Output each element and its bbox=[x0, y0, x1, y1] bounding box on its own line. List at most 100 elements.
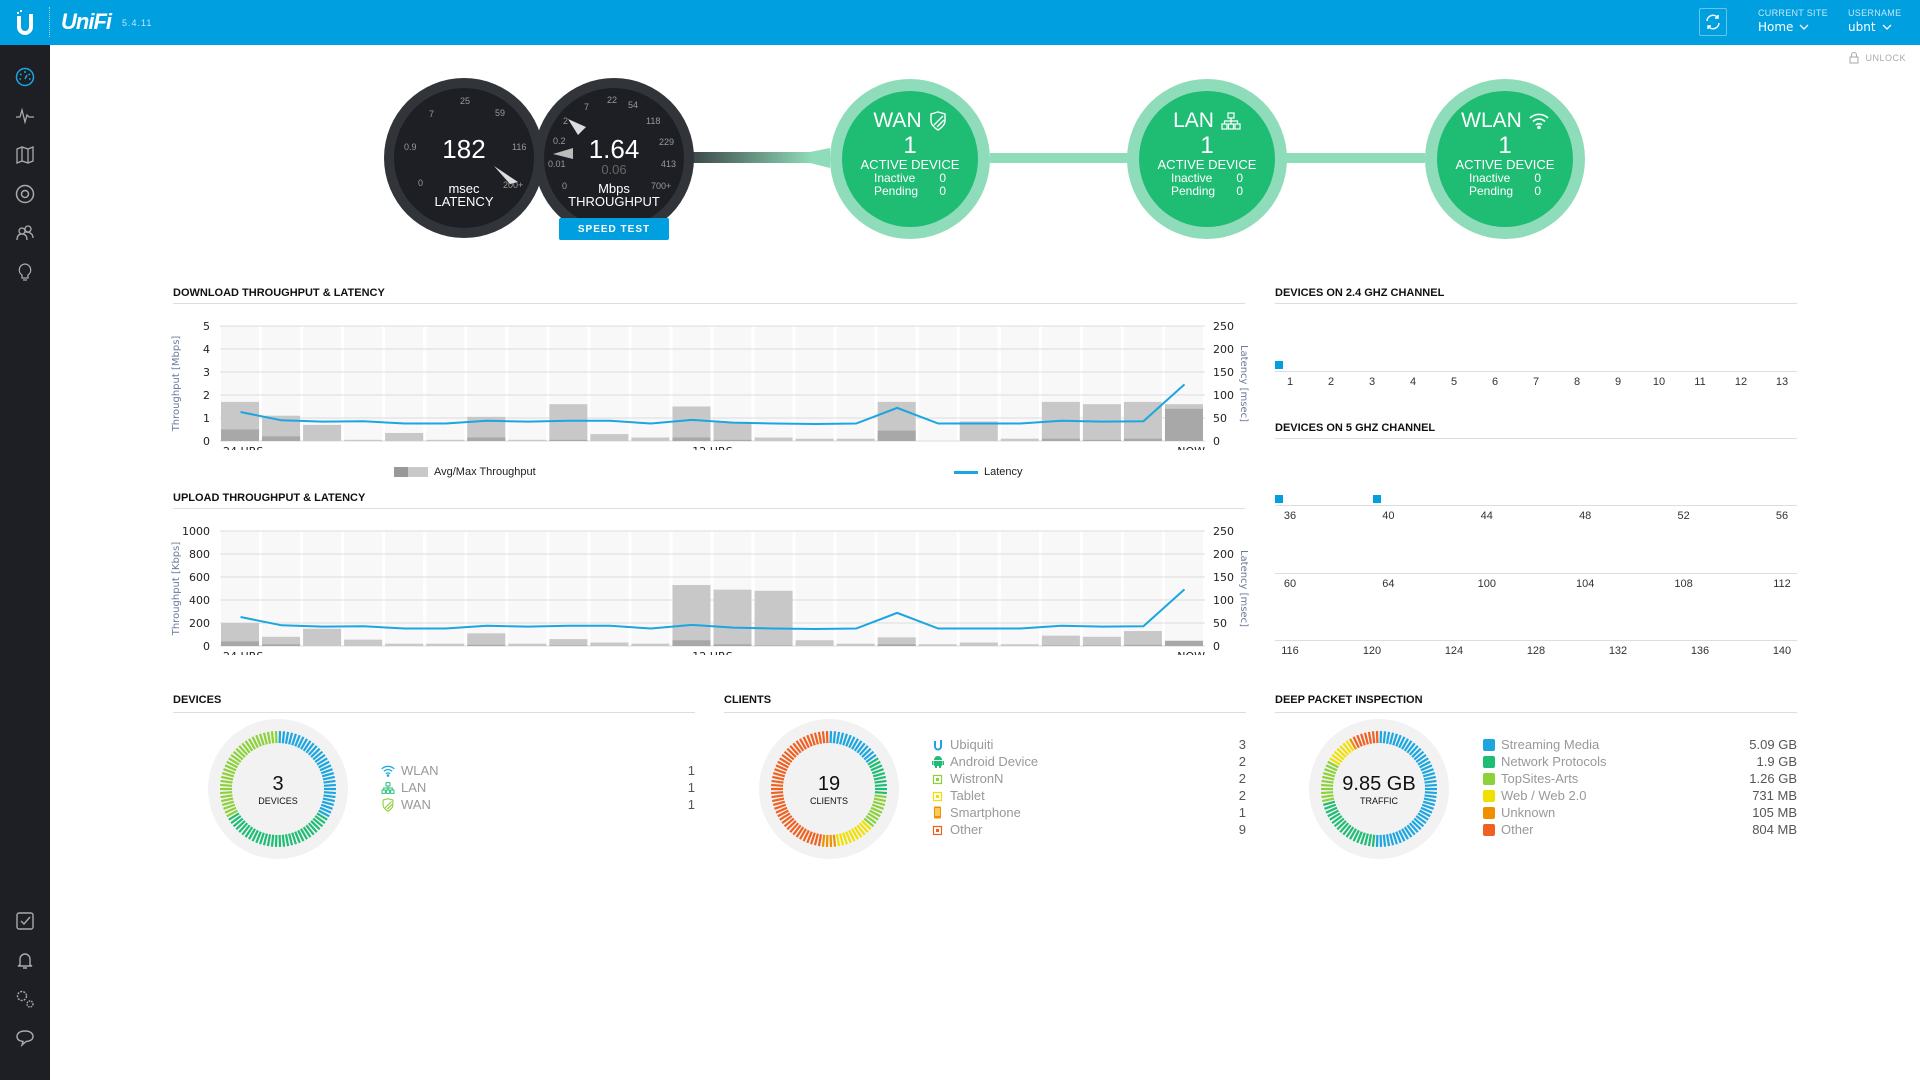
list-item[interactable]: Smartphone 1 bbox=[932, 804, 1246, 821]
channel-label: 140 bbox=[1772, 645, 1792, 657]
list-item[interactable]: Android Device 2 bbox=[932, 753, 1246, 770]
channel-label: 120 bbox=[1362, 645, 1382, 657]
lan-node[interactable]: LAN 1 ACTIVE DEVICE Inactive 0 Pending 0 bbox=[1127, 79, 1287, 239]
sidebar-item-settings[interactable] bbox=[13, 987, 37, 1011]
sidebar-item-devices[interactable] bbox=[13, 182, 37, 206]
donut-segment-tick bbox=[288, 732, 294, 745]
item-value: 5.09 GB bbox=[1749, 737, 1797, 752]
item-label: LAN bbox=[401, 780, 427, 795]
item-label: Other bbox=[950, 822, 983, 837]
bg-column bbox=[590, 326, 629, 441]
speed-test-button[interactable]: SPEED TEST bbox=[559, 218, 669, 240]
item-value: 1 bbox=[687, 780, 695, 795]
sidebar-item-alerts[interactable] bbox=[13, 948, 37, 972]
wan-node[interactable]: WAN 1 ACTIVE DEVICE Inactive 0 Pending 0 bbox=[830, 79, 990, 239]
list-item[interactable]: Other 804 MB bbox=[1483, 821, 1797, 838]
channel-5-title: DEVICES ON 5 GHZ CHANNEL bbox=[1275, 422, 1436, 434]
y-tick-label: 0 bbox=[203, 435, 210, 448]
y2-tick-label: 50 bbox=[1213, 617, 1227, 630]
channel-device-marker[interactable] bbox=[1275, 495, 1283, 503]
current-site-value: Home bbox=[1758, 20, 1794, 34]
list-item[interactable]: Other 9 bbox=[932, 821, 1246, 838]
max-throughput-bar bbox=[344, 639, 383, 646]
list-item[interactable]: Ubiquiti 3 bbox=[932, 736, 1246, 753]
sidebar-item-statistics[interactable] bbox=[13, 104, 37, 128]
channel-axis bbox=[1275, 505, 1797, 506]
sidebar bbox=[0, 45, 50, 1080]
sidebar-item-chat[interactable] bbox=[13, 1026, 37, 1050]
channel-label: 9 bbox=[1614, 376, 1622, 388]
node-connector bbox=[990, 153, 1130, 163]
upload-chart: 0 0 200 50 400 100 600 150 800 200 1000 250 Throughp… bbox=[171, 525, 1249, 655]
x-label-start: 24 HRS bbox=[223, 650, 263, 655]
list-item[interactable]: Network Protocols 1.9 GB bbox=[1483, 753, 1797, 770]
list-item[interactable]: Streaming Media 5.09 GB bbox=[1483, 736, 1797, 753]
unlock-button[interactable]: UNLOCK bbox=[1849, 52, 1906, 64]
channel-label: 2 bbox=[1327, 376, 1335, 388]
list-item[interactable]: WAN 1 bbox=[381, 796, 695, 813]
donut-segment-tick bbox=[821, 834, 826, 847]
item-label: TopSites-Arts bbox=[1501, 771, 1579, 786]
channel-label: 48 bbox=[1579, 510, 1592, 522]
sidebar-item-dashboard[interactable] bbox=[13, 65, 37, 89]
shield-icon bbox=[929, 111, 946, 131]
channel-label: 36 bbox=[1283, 510, 1297, 522]
donut-segment-tick bbox=[1389, 732, 1395, 745]
y-tick-label: 400 bbox=[189, 594, 210, 607]
sidebar-item-clients[interactable] bbox=[13, 221, 37, 245]
channel-device-marker[interactable] bbox=[1373, 495, 1382, 503]
x-label-end: NOW bbox=[1177, 445, 1205, 450]
channel-axis bbox=[1275, 371, 1797, 372]
sidebar-item-insights[interactable] bbox=[13, 260, 37, 284]
list-item[interactable]: Web / Web 2.0 731 MB bbox=[1483, 787, 1797, 804]
current-site-selector[interactable]: CURRENT SITE Home bbox=[1758, 8, 1828, 34]
channel-label: 136 bbox=[1690, 645, 1710, 657]
list-item[interactable]: WistronN 2 bbox=[932, 770, 1246, 787]
y2-tick-label: 100 bbox=[1213, 594, 1234, 607]
list-item[interactable]: TopSites-Arts 1.26 GB bbox=[1483, 770, 1797, 787]
sidebar-item-events[interactable] bbox=[13, 909, 37, 933]
donut-segment-tick bbox=[270, 731, 275, 744]
lan-active-label: ACTIVE DEVICE bbox=[1157, 157, 1257, 172]
item-value: 3 bbox=[1238, 737, 1246, 752]
max-throughput-bar bbox=[344, 439, 383, 441]
y-tick-label: 2 bbox=[203, 389, 210, 402]
y-tick-label: 1 bbox=[203, 412, 210, 425]
channel-label: 12 bbox=[1734, 376, 1748, 388]
refresh-button[interactable] bbox=[1699, 8, 1727, 36]
sidebar-item-map[interactable] bbox=[13, 143, 37, 167]
max-throughput-bar bbox=[508, 643, 547, 646]
list-item[interactable]: LAN 1 bbox=[381, 779, 695, 796]
wlan-node[interactable]: WLAN 1 ACTIVE DEVICE Inactive 0 Pending 0 bbox=[1425, 79, 1585, 239]
donut-segment-tick bbox=[832, 731, 837, 744]
donut-segment-tick bbox=[284, 834, 290, 847]
y2-tick-label: 250 bbox=[1213, 320, 1234, 333]
list-item[interactable]: Tablet 2 bbox=[932, 787, 1246, 804]
dpi-title: DEEP PACKET INSPECTION bbox=[1275, 694, 1423, 706]
unlock-label: UNLOCK bbox=[1865, 53, 1906, 63]
max-throughput-bar bbox=[672, 406, 711, 441]
gauge-tick: 54 bbox=[628, 100, 639, 110]
channel-device-marker[interactable] bbox=[1275, 361, 1283, 369]
channel-label: 13 bbox=[1775, 376, 1789, 388]
throughput-value: 1.64 bbox=[588, 134, 640, 164]
wifi-icon bbox=[1529, 113, 1549, 129]
ubiquiti-logo-icon[interactable] bbox=[14, 10, 36, 36]
channel-label: 116 bbox=[1281, 645, 1299, 657]
max-throughput-bar bbox=[426, 439, 465, 441]
donut-segment-tick bbox=[1382, 731, 1387, 744]
username-selector[interactable]: USERNAME ubnt bbox=[1848, 8, 1901, 34]
item-value: 1 bbox=[1238, 805, 1246, 820]
channel-axis bbox=[1275, 640, 1797, 641]
y2-tick-label: 0 bbox=[1213, 435, 1220, 448]
list-item[interactable]: WLAN 1 bbox=[381, 762, 695, 779]
channel-label: 104 bbox=[1576, 578, 1595, 590]
x-label-start: 24 HRS bbox=[223, 445, 263, 450]
legend-latency: Latency bbox=[954, 466, 1023, 478]
lightbulb-icon bbox=[18, 263, 32, 281]
item-value: 1.26 GB bbox=[1749, 771, 1797, 786]
channel-label: 11 bbox=[1694, 376, 1706, 388]
network-icon bbox=[381, 781, 395, 794]
list-item[interactable]: Unknown 105 MB bbox=[1483, 804, 1797, 821]
legend-latency-label: Latency bbox=[984, 466, 1023, 478]
